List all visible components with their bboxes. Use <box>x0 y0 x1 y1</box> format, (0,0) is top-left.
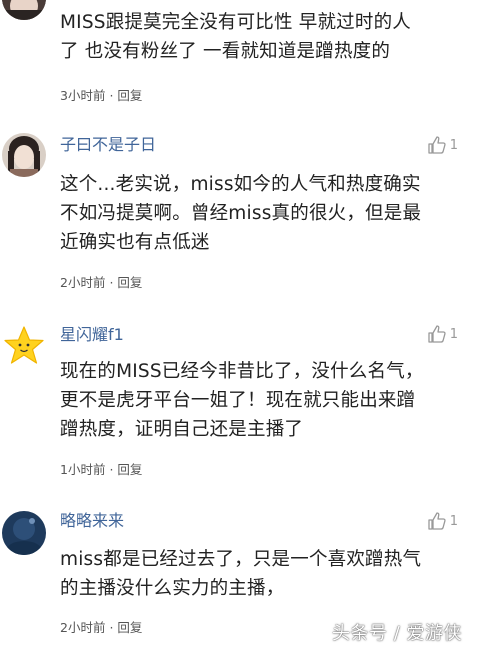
avatar-image <box>2 133 46 177</box>
comment-text-line: 的主播没什么实力的主播， <box>60 578 285 599</box>
meta-separator: · <box>109 620 114 635</box>
comment-text: miss都是已经过去了，只是一个喜欢蹭热气 的主播没什么实力的主播， <box>60 545 460 603</box>
comment-text: 这个...老实说，miss如今的人气和热度确实 不如冯提莫啊。曾经miss真的很… <box>60 170 460 257</box>
avatar[interactable] <box>2 133 46 177</box>
reply-button[interactable]: 回复 <box>117 462 142 477</box>
watermark: 头条号 / 爱游侠 <box>331 623 462 644</box>
comment-text-line: 不如冯提莫啊。曾经miss真的很火，但是最 <box>60 203 422 224</box>
like-count: 1 <box>449 513 458 529</box>
like-button[interactable]: 1 <box>427 511 458 531</box>
avatar[interactable] <box>2 511 46 555</box>
comment-time: 2小时前 <box>60 275 106 290</box>
comment-username[interactable]: 子曰不是子日 <box>60 135 156 155</box>
meta-separator: · <box>109 462 114 477</box>
like-button[interactable]: 1 <box>427 135 458 155</box>
comment-time: 3小时前 <box>60 88 106 103</box>
comment-text-line: 这个...老实说，miss如今的人气和热度确实 <box>60 174 421 195</box>
like-button[interactable]: 1 <box>427 324 458 344</box>
comment-meta: 2小时前 · 回复 <box>60 620 142 636</box>
comment-time: 1小时前 <box>60 462 106 477</box>
meta-separator: · <box>109 275 114 290</box>
comment-text-line: 了 也没有粉丝了 一看就知道是蹭热度的 <box>60 41 391 62</box>
comment-meta: 3小时前 · 回复 <box>60 88 142 104</box>
comment-username[interactable]: 星闪耀f1 <box>60 325 124 345</box>
meta-separator: · <box>109 88 114 103</box>
star-icon <box>2 324 46 368</box>
reply-button[interactable]: 回复 <box>117 88 142 103</box>
comment-text-line: 更不是虎牙平台一姐了！现在就只能出来蹭 <box>60 390 416 411</box>
comment-text: 现在的MISS已经今非昔比了，没什么名气， 更不是虎牙平台一姐了！现在就只能出来… <box>60 357 460 444</box>
thumbs-up-icon <box>428 136 446 154</box>
reply-button[interactable]: 回复 <box>117 620 142 635</box>
avatar[interactable] <box>2 324 46 368</box>
comment-text: MISS跟提莫完全没有可比性 早就过时的人 了 也没有粉丝了 一看就知道是蹭热度… <box>60 8 460 66</box>
comment-text-line: miss都是已经过去了，只是一个喜欢蹭热气 <box>60 549 422 570</box>
like-count: 1 <box>449 326 458 342</box>
comment-meta: 2小时前 · 回复 <box>60 275 142 291</box>
comment-username[interactable]: 略略来来 <box>60 511 124 531</box>
avatar[interactable] <box>2 0 46 20</box>
comment-meta: 1小时前 · 回复 <box>60 462 142 478</box>
comment-text-line: MISS跟提莫完全没有可比性 早就过时的人 <box>60 12 411 33</box>
reply-button[interactable]: 回复 <box>117 275 142 290</box>
thumbs-up-icon <box>428 325 446 343</box>
comment-time: 2小时前 <box>60 620 106 635</box>
like-count: 1 <box>449 137 458 153</box>
avatar-image <box>2 0 46 20</box>
thumbs-up-icon <box>428 512 446 530</box>
comment-text-line: 蹭热度，证明自己还是主播了 <box>60 419 304 440</box>
comment-text-line: 近确实也有点低迷 <box>60 232 210 253</box>
avatar-image <box>2 511 46 555</box>
comment-text-line: 现在的MISS已经今非昔比了，没什么名气， <box>60 361 424 382</box>
